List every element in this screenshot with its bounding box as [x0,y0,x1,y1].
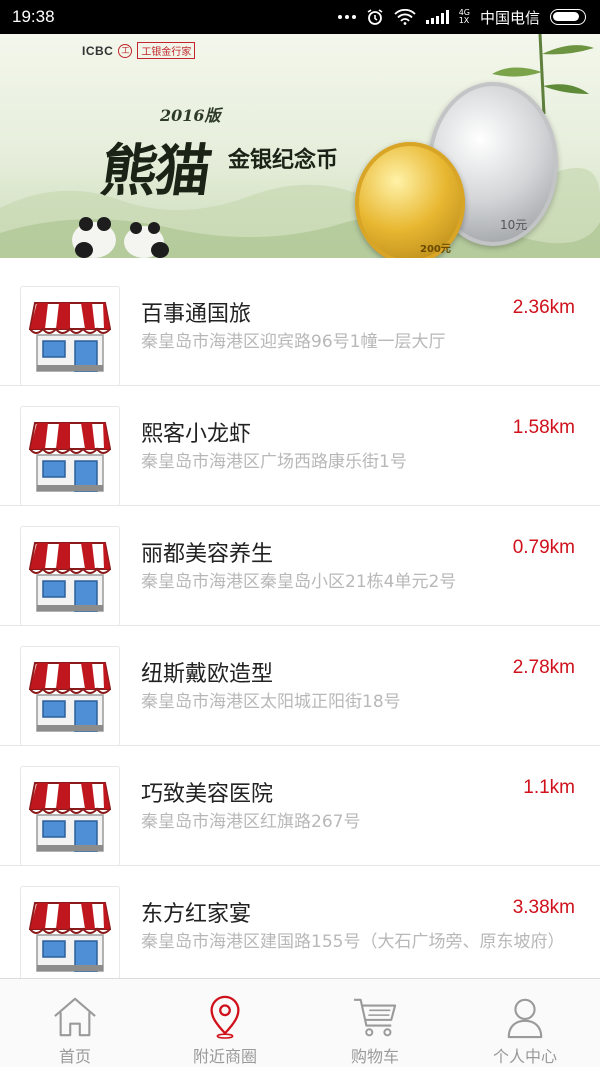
shop-distance: 1.1km [523,777,575,798]
shop-name: 丽都美容养生 [141,542,274,567]
nearby-shop-list[interactable]: 百事通国旅 2.36km 秦皇岛市海港区迎宾路96号1幢一层大厅 熙客小龙虾 1… [0,266,600,978]
shop-distance: 3.38km [512,897,575,918]
shop-distance: 0.79km [512,537,575,558]
icbc-logo: ICBC [82,43,114,58]
home-icon [54,997,96,1037]
battery-icon [550,9,586,25]
status-time: 19:38 [12,7,55,26]
icbc-seal-icon: 工 [118,43,133,58]
status-icons: 4G 1X 中国电信 [337,7,586,28]
shop-thumbnail [20,406,120,506]
shop-list-item[interactable]: 纽斯戴欧造型 2.78km 秦皇岛市海港区太阳城正阳街18号 [0,626,600,746]
shop-address: 秦皇岛市海港区秦皇岛小区21栋4单元2号 [141,572,457,592]
shop-name: 巧致美容医院 [141,782,274,807]
shop-list-item[interactable]: 百事通国旅 2.36km 秦皇岛市海港区迎宾路96号1幢一层大厅 [0,266,600,386]
shop-name: 东方红家宴 [141,902,252,927]
tab-cart[interactable]: 购物车 [300,979,450,1067]
storefront-icon [29,782,111,852]
shop-name: 百事通国旅 [141,302,252,327]
tab-cart-label: 购物车 [350,1047,399,1066]
shop-address: 秦皇岛市海港区红旗路267号 [141,812,361,832]
panda-illustration [72,217,169,258]
carrier-name: 中国电信 [479,8,540,27]
shop-distance: 1.58km [512,417,575,438]
shop-thumbnail [20,646,120,746]
shop-list-item[interactable]: 巧致美容医院 1.1km 秦皇岛市海港区红旗路267号 [0,746,600,866]
shop-list-item[interactable]: 东方红家宴 3.38km 秦皇岛市海港区建国路155号（大石广场旁、原东坡府） [0,866,600,978]
shop-name: 纽斯戴欧造型 [141,662,274,687]
shop-name: 熙客小龙虾 [141,422,252,447]
banner-title: 熊猫 [96,138,215,204]
shop-thumbnail [20,526,120,626]
promo-banner[interactable]: ICBC 工 工银金行家 2016版 熊猫 金银纪念币 10元 200元 [0,34,600,258]
shop-thumbnail [20,286,120,386]
bank-brand: ICBC 工 工银金行家 [82,42,196,59]
shop-thumbnail [20,766,120,866]
shop-address: 秦皇岛市海港区建国路155号（大石广场旁、原东坡府） [141,932,565,952]
status-bar: 19:38 4G 1X 中国电信 [0,0,600,34]
shop-thumbnail [20,886,120,978]
network-type: 4G 1X [459,9,470,25]
user-icon [507,998,543,1039]
network-bottom: 1X [458,16,470,25]
alarm-icon [367,9,383,25]
banner-subtitle: 金银纪念币 [228,148,339,173]
shopping-cart-icon [353,998,397,1037]
storefront-icon [29,902,111,972]
tab-nearby-label: 附近商圈 [192,1047,257,1066]
tab-profile-label: 个人中心 [492,1047,557,1066]
more-dots-icon [337,15,356,19]
wifi-icon [394,9,416,25]
tab-nearby[interactable]: 附近商圈 [150,979,300,1067]
tab-home[interactable]: 首页 [0,979,150,1067]
bottom-tab-bar: 首页 附近商圈 购物车 个人中心 [0,978,600,1067]
silver-coin-value: 10元 [500,218,528,232]
shop-distance: 2.36km [512,297,575,318]
storefront-icon [29,662,111,732]
signal-icon [425,10,449,24]
location-pin-icon [210,995,240,1039]
storefront-icon [29,422,111,492]
storefront-icon [29,302,111,372]
shop-list-item[interactable]: 丽都美容养生 0.79km 秦皇岛市海港区秦皇岛小区21栋4单元2号 [0,506,600,626]
shop-list-item[interactable]: 熙客小龙虾 1.58km 秦皇岛市海港区广场西路康乐街1号 [0,386,600,506]
shop-address: 秦皇岛市海港区迎宾路96号1幢一层大厅 [141,332,446,352]
banner-year: 2016版 [160,106,221,125]
shop-distance: 2.78km [512,657,575,678]
shop-address: 秦皇岛市海港区广场西路康乐街1号 [141,452,407,472]
gold-coin-value: 200元 [420,244,451,255]
brand-name: 工银金行家 [137,42,196,59]
storefront-icon [29,542,111,612]
tab-home-label: 首页 [58,1047,91,1066]
shop-address: 秦皇岛市海港区太阳城正阳街18号 [141,692,401,712]
tab-profile[interactable]: 个人中心 [450,979,600,1067]
